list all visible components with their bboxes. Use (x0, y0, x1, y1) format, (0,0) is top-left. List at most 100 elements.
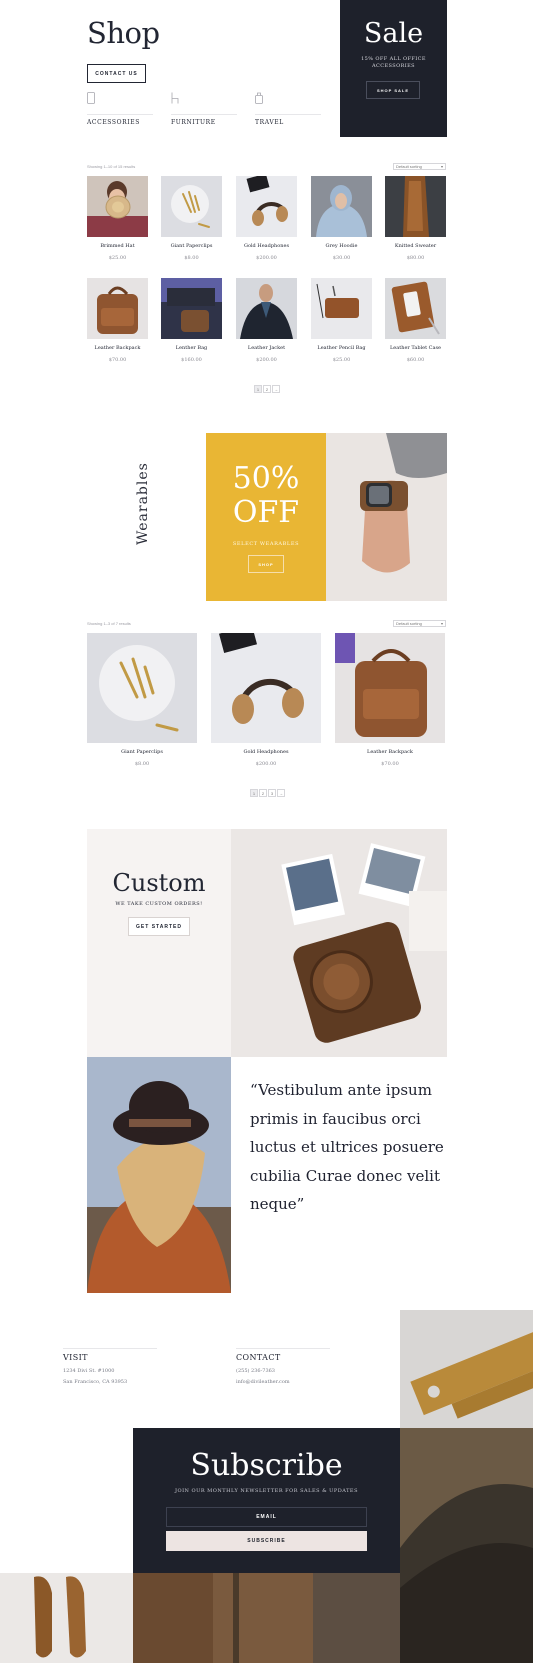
contact-email[interactable]: info@divileather.com (236, 1377, 290, 1388)
product-image[interactable] (161, 176, 222, 237)
product-price: $60.00 (406, 357, 425, 363)
page-link[interactable]: 1 (254, 385, 262, 393)
wearables-label: Wearables (135, 462, 151, 545)
product-name[interactable]: Knitted Sweater (385, 243, 446, 249)
product-image[interactable] (385, 278, 446, 339)
product-name[interactable]: Lenther Bag (161, 345, 222, 351)
product-price: $8.00 (184, 255, 199, 261)
shop-sale-button[interactable]: SHOP SALE (366, 81, 420, 99)
page-link[interactable]: 1 (250, 789, 258, 797)
product-price: $200.00 (256, 255, 277, 261)
product-price: $8.00 (134, 761, 150, 767)
promo-percent: 50% (232, 461, 300, 496)
leather-photo (400, 1428, 533, 1663)
visit-address-line: 1234 Divi St. #1000 (63, 1368, 115, 1374)
product-image[interactable] (87, 278, 148, 339)
bag-icon (255, 92, 263, 104)
wearables-promo: 50% OFF SELECT WEARABLES SHOP (206, 433, 326, 601)
sale-subtitle: 15% OFF ALL OFFICE ACCESSORIES (340, 56, 447, 70)
sale-subtitle-line: 15% OFF ALL OFFICE (361, 56, 426, 62)
product-name[interactable]: Giant Paperclips (161, 243, 222, 249)
testimonial-quote: “Vestibulum ante ipsum primis in faucibu… (250, 1081, 444, 1213)
product-name[interactable]: Leather Backpack (335, 749, 445, 755)
result-count: Showing 1–3 of 7 results (87, 621, 131, 626)
visit-address-line: San Francisco, CA 93953 (63, 1379, 128, 1385)
product-name[interactable]: Gold Headphones (211, 749, 321, 755)
portrait-photo (87, 1057, 231, 1293)
product-name[interactable]: Gold Headphones (236, 243, 297, 249)
subscribe-title: Subscribe (190, 1448, 343, 1483)
category-divider (87, 114, 153, 115)
ruler-photo (400, 1310, 533, 1428)
category-label: TRAVEL (255, 119, 284, 126)
product-image[interactable] (211, 633, 321, 743)
category-label: ACCESSORIES (87, 119, 140, 126)
sale-title: Sale (363, 18, 424, 49)
promo-off: OFF (232, 495, 300, 530)
product-price: $25.00 (332, 357, 351, 363)
product-image[interactable] (236, 176, 297, 237)
sort-select[interactable]: Default sorting ▾ (393, 163, 446, 170)
product-image[interactable] (335, 633, 445, 743)
subscribe-panel: Subscribe JOIN OUR MONTHLY NEWSLETTER FO… (133, 1428, 400, 1573)
visit-heading: VISIT (63, 1353, 88, 1362)
footer-divider (236, 1348, 330, 1349)
product-name[interactable]: Leather Tablet Case (385, 345, 446, 351)
camera-photo (231, 829, 447, 1057)
category-divider (255, 114, 321, 115)
chevron-down-icon: ▾ (440, 621, 443, 626)
product-name[interactable]: Leather Jacket (236, 345, 297, 351)
product-price: $70.00 (381, 761, 399, 767)
page-link[interactable]: 2 (259, 789, 267, 797)
chair-icon (171, 92, 179, 104)
product-price: $200.00 (256, 357, 277, 363)
sale-banner: Sale 15% OFF ALL OFFICE ACCESSORIES SHOP… (340, 0, 447, 137)
get-started-button[interactable]: GET STARTED (128, 917, 190, 936)
page-link[interactable]: 3 (268, 789, 276, 797)
custom-title: Custom (112, 869, 206, 897)
product-price: $70.00 (108, 357, 127, 363)
sort-select-value: Default sorting (396, 621, 422, 626)
custom-orders-panel: Custom WE TAKE CUSTOM ORDERS! GET STARTE… (87, 829, 231, 1057)
product-image[interactable] (87, 633, 197, 743)
shop-title: Shop (87, 16, 160, 50)
product-name[interactable]: Giant Paperclips (87, 749, 197, 755)
pagination: 1 2 3 → (250, 789, 285, 797)
subscribe-description: JOIN OUR MONTHLY NEWSLETTER FOR SALES & … (174, 1488, 359, 1494)
product-image[interactable] (311, 176, 372, 237)
product-price: $80.00 (406, 255, 425, 261)
sort-select-value: Default sorting (396, 164, 422, 169)
subscribe-button[interactable]: SUBSCRIBE (166, 1531, 367, 1551)
product-name[interactable]: Brimmed Hat (87, 243, 148, 249)
custom-subtitle: WE TAKE CUSTOM ORDERS! (115, 901, 203, 907)
chevron-down-icon: ▾ (440, 164, 443, 169)
product-price: $160.00 (181, 357, 202, 363)
category-divider (171, 114, 237, 115)
contact-phone[interactable]: (255) 236-7363 (236, 1366, 275, 1377)
product-price: $25.00 (108, 255, 127, 261)
product-image[interactable] (87, 176, 148, 237)
watch-photo (326, 433, 447, 601)
next-page-link[interactable]: → (272, 385, 280, 393)
sort-select[interactable]: Default sorting ▾ (393, 620, 446, 627)
pagination: 1 2 → (254, 385, 280, 393)
bag-photo (133, 1573, 400, 1663)
product-name[interactable]: Grey Hoodie (311, 243, 372, 249)
result-count: Showing 1–10 of 15 results (87, 164, 136, 169)
promo-subtitle: SELECT WEARABLES (232, 541, 300, 547)
page-link[interactable]: 2 (263, 385, 271, 393)
shop-wearables-button[interactable]: SHOP (248, 555, 284, 573)
product-price: $200.00 (255, 761, 277, 767)
product-name[interactable]: Leather Backpack (87, 345, 148, 351)
next-page-link[interactable]: → (277, 789, 285, 797)
email-field[interactable] (166, 1507, 367, 1527)
contact-us-button[interactable]: CONTACT US (87, 64, 146, 83)
product-image[interactable] (385, 176, 446, 237)
product-image[interactable] (236, 278, 297, 339)
product-image[interactable] (311, 278, 372, 339)
product-image[interactable] (161, 278, 222, 339)
phone-icon (87, 92, 95, 104)
contact-heading: CONTACT (236, 1353, 281, 1362)
product-name[interactable]: Leather Pencil Bag (311, 345, 372, 351)
sale-subtitle-line: ACCESSORIES (372, 63, 415, 69)
